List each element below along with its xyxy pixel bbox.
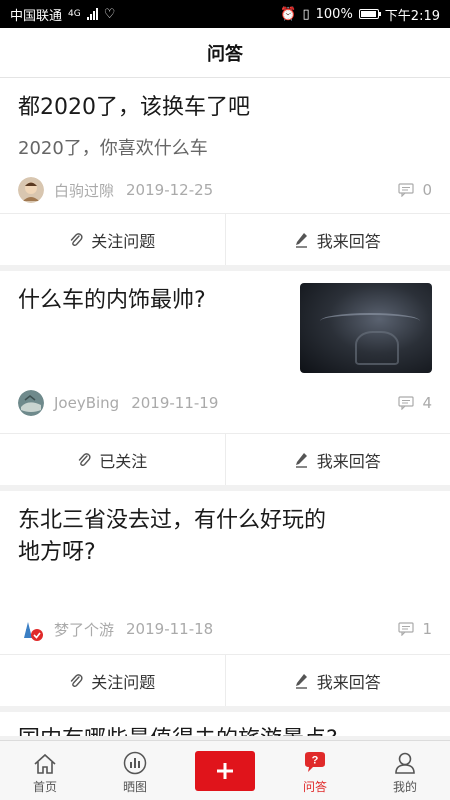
avatar[interactable] (18, 390, 44, 416)
followed-button[interactable]: 已关注 (0, 434, 225, 485)
nav-home-label: 首页 (32, 780, 57, 794)
nav-mine[interactable]: 我的 (360, 741, 450, 800)
nav-qa[interactable]: ? 问答 (270, 741, 360, 800)
bar-chart-circle-icon (123, 751, 147, 775)
question-title[interactable]: 什么车的内饰最帅? (18, 285, 288, 317)
clock-time: 下午2:19 (384, 8, 440, 24)
network-label: 4G (68, 9, 81, 19)
follow-label: 关注问题 (91, 672, 156, 692)
answer-count-value: 4 (422, 394, 432, 412)
pen-icon (295, 232, 307, 248)
question-title-line: 地方呀? (18, 540, 96, 565)
answer-count-value: 1 (422, 620, 432, 638)
author-name[interactable]: 白驹过隙 (54, 180, 114, 201)
pen-icon (295, 452, 307, 468)
vibrate-icon: ▯ (302, 6, 310, 22)
answer-count: 1 (398, 620, 432, 638)
avatar[interactable] (18, 616, 44, 642)
question-card[interactable]: 什么车的内饰最帅? JoeyBing 2019-11-19 4 已关注 我来回答 (0, 271, 450, 485)
author-name[interactable]: 梦了个游 (54, 619, 114, 640)
paperclip-icon (79, 452, 91, 466)
home-icon (34, 753, 56, 774)
answer-button[interactable]: 我来回答 (224, 214, 450, 265)
question-actions: 关注问题 我来回答 (0, 654, 450, 706)
post-date: 2019-11-18 (126, 620, 214, 638)
nav-gallery-label: 晒图 (122, 780, 147, 794)
question-title[interactable]: 国内有哪些最值得去的旅游景点? (0, 712, 450, 736)
answer-button[interactable]: 我来回答 (224, 434, 450, 485)
answer-label: 我来回答 (316, 451, 381, 471)
question-actions: 已关注 我来回答 (0, 433, 450, 485)
alarm-icon: ⏰ (280, 6, 297, 22)
follow-question-button[interactable]: 关注问题 (0, 655, 225, 706)
question-thumbnail[interactable] (300, 283, 432, 373)
title-bar: 问答 (0, 28, 450, 78)
nav-qa-label: 问答 (302, 780, 327, 794)
nav-home[interactable]: 首页 (0, 741, 90, 800)
battery-percent: 100% (315, 6, 353, 22)
post-date: 2019-12-25 (126, 181, 214, 199)
battery-icon (358, 9, 381, 19)
nav-gallery[interactable]: 晒图 (90, 741, 180, 800)
add-button[interactable] (195, 750, 255, 791)
answer-button[interactable]: 我来回答 (224, 655, 450, 706)
comment-icon (398, 622, 415, 636)
question-subtitle: 2020了，你喜欢什么车 (18, 138, 208, 159)
answer-count: 0 (398, 181, 432, 199)
follow-label: 关注问题 (91, 231, 156, 251)
answer-count: 4 (398, 394, 432, 412)
carrier-label: 中国联通 (10, 8, 63, 24)
answer-count-value: 0 (422, 181, 432, 199)
follow-label: 已关注 (99, 451, 148, 471)
question-card[interactable]: 东北三省没去过，有什么好玩的 地方呀? 梦了个游 2019-11-18 1 关注… (0, 491, 450, 706)
question-feed[interactable]: 都2020了，该换车了吧 2020了，你喜欢什么车 白驹过隙 2019-12-2… (0, 78, 450, 740)
page-title: 问答 (207, 43, 243, 65)
qa-badge-text: ? (312, 755, 319, 767)
answer-label: 我来回答 (316, 672, 381, 692)
heart-icon: ♡ (103, 6, 116, 22)
qa-bubble-icon: ? (305, 752, 325, 772)
bottom-nav: 首页 晒图 ? 问答 我的 (0, 740, 450, 800)
paperclip-icon (71, 232, 83, 246)
comment-icon (398, 396, 415, 410)
question-actions: 关注问题 我来回答 (0, 213, 450, 265)
status-bar: 中国联通 4G ♡ ⏰ ▯ 100% 下午2:19 (0, 0, 450, 28)
question-title-line: 东北三省没去过，有什么好玩的 (18, 508, 327, 533)
paperclip-icon (71, 673, 83, 687)
signal-icon (86, 8, 98, 20)
question-card[interactable]: 都2020了，该换车了吧 2020了，你喜欢什么车 白驹过隙 2019-12-2… (0, 78, 450, 265)
pen-icon (295, 673, 307, 689)
question-card[interactable]: 国内有哪些最值得去的旅游景点? (0, 712, 450, 736)
avatar[interactable] (18, 177, 44, 203)
question-title[interactable]: 都2020了，该换车了吧 (18, 92, 432, 124)
question-title[interactable]: 东北三省没去过，有什么好玩的 地方呀? (18, 505, 432, 569)
nav-add (180, 741, 270, 800)
answer-label: 我来回答 (316, 231, 381, 251)
nav-mine-label: 我的 (392, 780, 417, 794)
follow-question-button[interactable]: 关注问题 (0, 214, 225, 265)
user-icon (395, 752, 415, 774)
post-date: 2019-11-19 (131, 394, 219, 412)
plus-icon (217, 762, 233, 779)
comment-icon (398, 183, 415, 197)
author-name[interactable]: JoeyBing (54, 394, 119, 412)
